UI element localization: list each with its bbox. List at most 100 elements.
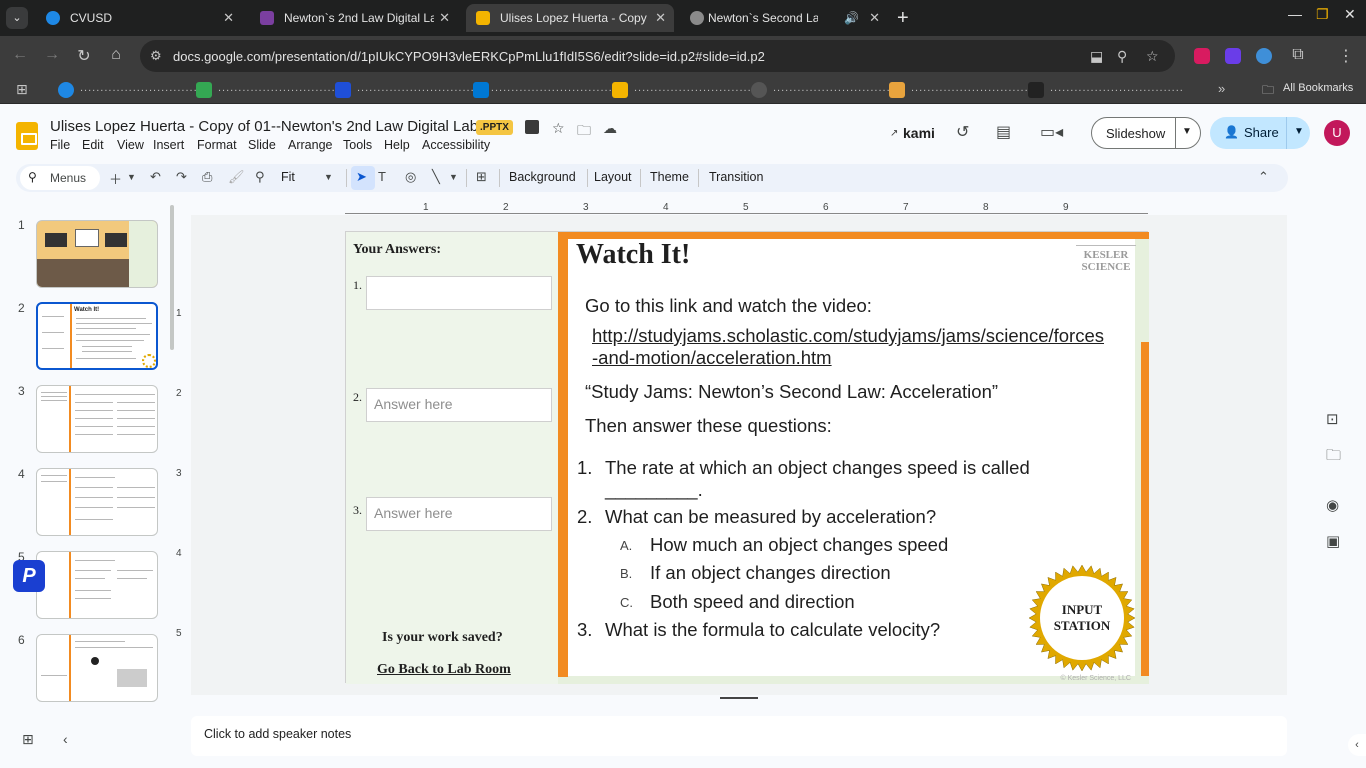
- close-window-icon[interactable]: ✕: [1344, 6, 1356, 23]
- notes-resize-handle[interactable]: [720, 697, 758, 699]
- back-to-lab-link[interactable]: Go Back to Lab Room: [377, 662, 511, 678]
- add-comment-icon[interactable]: ⊞: [476, 169, 487, 185]
- chevron-down-icon[interactable]: ▼: [324, 172, 333, 182]
- redo-icon[interactable]: ↷: [176, 169, 187, 185]
- slide-thumbnail-3[interactable]: [36, 385, 158, 453]
- bookmark-item[interactable]: ...............................: [58, 82, 205, 98]
- expand-side-panel-icon[interactable]: ‹: [1348, 734, 1366, 756]
- close-tab-icon[interactable]: ✕: [439, 4, 450, 32]
- keep-icon[interactable]: ⊡: [1326, 410, 1339, 428]
- apps-grid-icon[interactable]: ⊞: [16, 81, 28, 98]
- close-tab-icon[interactable]: ✕: [869, 4, 880, 32]
- chevron-down-icon[interactable]: ▼: [127, 172, 136, 182]
- slide-thumbnail-5[interactable]: [36, 551, 158, 619]
- home-icon[interactable]: ⌂: [106, 46, 126, 64]
- chevron-down-icon[interactable]: ▼: [449, 172, 458, 182]
- text-box-icon[interactable]: T: [378, 169, 386, 184]
- grid-view-icon[interactable]: ⊞: [22, 731, 34, 748]
- bookmark-item[interactable]: .................................: [473, 82, 628, 98]
- bookmark-item[interactable]: .................................: [889, 82, 1044, 98]
- answer-box-2[interactable]: Answer here: [366, 388, 552, 422]
- bookmark-item[interactable]: ..................................: [335, 82, 494, 98]
- print-icon[interactable]: ⎙: [202, 169, 212, 185]
- theme-button[interactable]: Theme: [650, 170, 689, 184]
- move-folder-icon[interactable]: 🗀: [577, 120, 591, 144]
- extensions-puzzle-icon[interactable]: ⧉: [1288, 46, 1308, 64]
- collapse-toolbar-icon[interactable]: ⌃: [1258, 169, 1269, 185]
- paint-format-icon[interactable]: 🖌: [228, 169, 245, 185]
- reload-icon[interactable]: ↻: [74, 46, 94, 66]
- select-cursor-icon[interactable]: ➤: [356, 169, 367, 185]
- menu-view[interactable]: View: [117, 138, 144, 152]
- kami-extension-icon[interactable]: [1225, 48, 1241, 64]
- zoom-icon[interactable]: ⚲: [1117, 48, 1127, 65]
- slide-thumbnail-1[interactable]: [36, 220, 158, 288]
- shield-extension-icon[interactable]: [1256, 48, 1272, 64]
- menu-file[interactable]: File: [50, 138, 70, 152]
- line-icon[interactable]: ╲: [432, 169, 440, 185]
- share-button[interactable]: 👤 Share ▼: [1210, 117, 1310, 149]
- tab-newtons-lab[interactable]: Newton`s 2nd Law Digital Lab ✕: [250, 4, 458, 32]
- close-tab-icon[interactable]: ✕: [655, 4, 666, 32]
- menu-help[interactable]: Help: [384, 138, 410, 152]
- document-title[interactable]: Ulises Lopez Huerta - Copy of 01--Newton…: [50, 118, 478, 135]
- meet-camera-icon[interactable]: ▭◂: [1040, 122, 1063, 142]
- minimize-icon[interactable]: —: [1288, 6, 1302, 22]
- install-app-icon[interactable]: ⬓: [1090, 48, 1103, 65]
- menu-tools[interactable]: Tools: [343, 138, 372, 152]
- menus-search-box[interactable]: ⚲ Menus: [20, 166, 100, 190]
- bookmark-item[interactable]: .................................: [612, 82, 767, 98]
- omnibox[interactable]: ⚙ docs.google.com/presentation/d/1pIUkCY…: [140, 40, 1175, 72]
- current-slide[interactable]: Your Answers: 1. 2. Answer here 3. Answe…: [345, 231, 1149, 684]
- layout-button[interactable]: Layout: [594, 170, 632, 184]
- slide-thumbnail-2[interactable]: Watch It!: [36, 302, 158, 370]
- all-bookmarks-link[interactable]: All Bookmarks: [1283, 82, 1353, 94]
- background-button[interactable]: Background: [509, 170, 576, 184]
- pear-extension-icon[interactable]: P: [13, 560, 45, 592]
- speaker-icon[interactable]: 🔊: [844, 4, 859, 32]
- close-tab-icon[interactable]: ✕: [223, 4, 234, 32]
- more-bookmarks-icon[interactable]: »: [1218, 81, 1225, 96]
- menu-insert[interactable]: Insert: [153, 138, 184, 152]
- screen-record-icon[interactable]: ▣: [1326, 532, 1340, 550]
- slides-logo-icon[interactable]: [16, 122, 38, 150]
- tab-cvusd[interactable]: CVUSD ✕: [36, 4, 242, 32]
- slideshow-button[interactable]: Slideshow ▼: [1091, 117, 1201, 149]
- video-link[interactable]: http://studyjams.scholastic.com/studyjam…: [592, 325, 1106, 369]
- shape-icon[interactable]: ◎: [405, 169, 416, 185]
- browser-menu-icon[interactable]: ⋮: [1336, 46, 1356, 66]
- speaker-notes[interactable]: Click to add speaker notes: [191, 716, 1287, 756]
- kami-button[interactable]: kami: [903, 125, 935, 141]
- screencast-extension-icon[interactable]: [1194, 48, 1210, 64]
- new-tab-button[interactable]: +: [897, 7, 909, 29]
- back-icon[interactable]: ←: [10, 46, 30, 64]
- collapse-filmstrip-icon[interactable]: ‹: [63, 731, 68, 747]
- menu-edit[interactable]: Edit: [82, 138, 104, 152]
- tab-newtons-second-law[interactable]: Newton`s Second Law: Stu 🔊 ✕: [680, 4, 888, 32]
- answer-box-1[interactable]: [366, 276, 552, 310]
- star-icon[interactable]: ☆: [552, 120, 565, 137]
- answer-box-3[interactable]: Answer here: [366, 497, 552, 531]
- bookmark-star-icon[interactable]: ☆: [1146, 48, 1159, 65]
- menu-accessibility[interactable]: Accessibility: [422, 138, 490, 152]
- version-history-icon[interactable]: ↺: [956, 122, 969, 142]
- menu-arrange[interactable]: Arrange: [288, 138, 332, 152]
- record-icon[interactable]: ◉: [1326, 496, 1339, 514]
- filmstrip-scrollbar[interactable]: [170, 205, 174, 350]
- undo-icon[interactable]: ↶: [150, 169, 161, 185]
- chevron-down-icon[interactable]: ▼: [1294, 126, 1304, 137]
- chevron-down-icon[interactable]: ▼: [1182, 126, 1192, 137]
- office-mode-icon[interactable]: [525, 120, 539, 134]
- url-text[interactable]: docs.google.com/presentation/d/1pIUkCYPO…: [173, 49, 765, 64]
- slide-thumbnail-6[interactable]: [36, 634, 158, 702]
- bookmark-item[interactable]: .................................: [196, 82, 351, 98]
- forward-icon[interactable]: →: [42, 46, 62, 64]
- transition-button[interactable]: Transition: [709, 170, 763, 184]
- site-info-icon[interactable]: ⚙: [150, 48, 162, 64]
- new-slide-icon[interactable]: ＋: [109, 169, 122, 188]
- menu-slide[interactable]: Slide: [248, 138, 276, 152]
- bookmark-item[interactable]: .................................: [1028, 82, 1183, 98]
- account-avatar[interactable]: U: [1324, 120, 1350, 146]
- bookmark-item[interactable]: .................................: [751, 82, 906, 98]
- slide-thumbnail-4[interactable]: [36, 468, 158, 536]
